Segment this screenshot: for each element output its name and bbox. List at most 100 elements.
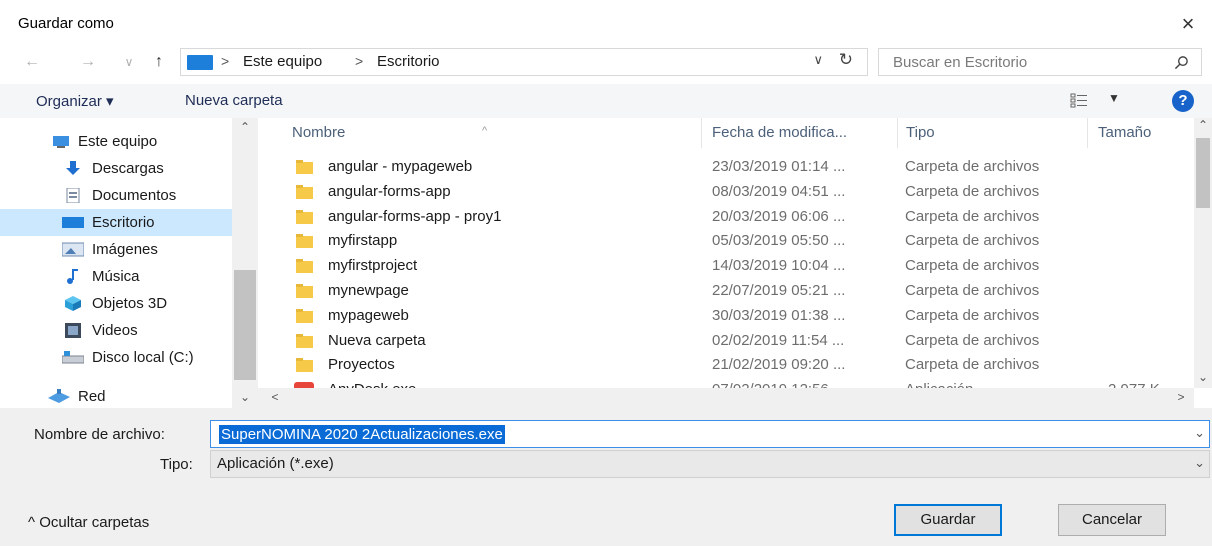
sidebar-scroll-thumb[interactable]: [234, 270, 256, 380]
file-name: Proyectos: [328, 356, 395, 374]
breadcrumb-escritorio[interactable]: Escritorio: [377, 53, 440, 70]
file-type: Carpeta de archivos: [905, 182, 1040, 200]
file-date: 08/03/2019 04:51 ...: [712, 182, 846, 200]
forward-button[interactable]: →: [76, 50, 100, 74]
sidebar-item-videos[interactable]: Videos: [0, 317, 232, 344]
file-type: Carpeta de archivos: [905, 207, 1040, 225]
file-date: 20/03/2019 06:06 ...: [712, 207, 846, 225]
download-icon: [66, 161, 80, 175]
file-type: Carpeta de archivos: [905, 306, 1040, 324]
file-row[interactable]: Nueva carpeta 02/02/2019 11:54 ... Carpeta…: [258, 329, 1188, 354]
file-row[interactable]: angular-forms-app - proy1 20/03/2019 06:0…: [258, 205, 1188, 230]
desktop-icon: [62, 217, 84, 228]
file-type: Carpeta de archivos: [905, 232, 1040, 250]
sidebar-item-escritorio[interactable]: Escritorio: [0, 209, 232, 236]
breadcrumb-separator[interactable]: >: [221, 53, 229, 69]
scroll-right-icon[interactable]: >: [1170, 390, 1192, 404]
scroll-up-icon[interactable]: ⌃: [1192, 118, 1212, 132]
search-placeholder: Buscar en Escritorio: [893, 54, 1028, 71]
column-name-label: Nombre: [292, 124, 346, 141]
column-header-name[interactable]: Nombre ^: [284, 118, 702, 148]
sidebar-item-imagenes[interactable]: Imágenes: [0, 236, 232, 263]
view-dropdown-icon[interactable]: ▼: [1108, 91, 1120, 105]
scroll-down-icon[interactable]: ⌄: [234, 390, 256, 404]
drive-icon: [62, 351, 84, 364]
file-name: Nueva carpeta: [328, 331, 426, 349]
file-list-horizontal-scrollbar[interactable]: < >: [258, 388, 1194, 408]
column-header-size[interactable]: Tamaño: [1090, 118, 1190, 148]
search-icon[interactable]: [1174, 55, 1189, 70]
folder-icon: [296, 160, 313, 174]
search-input[interactable]: Buscar en Escritorio: [878, 48, 1202, 76]
file-row[interactable]: mypageweb 30/03/2019 01:38 ... Carpeta de …: [258, 304, 1188, 329]
sidebar-item-label: Descargas: [92, 160, 164, 177]
type-label: Tipo:: [160, 456, 193, 473]
sidebar-scrollbar[interactable]: ⌃ ⌄: [232, 118, 258, 408]
breadcrumb-este-equipo[interactable]: Este equipo: [243, 53, 322, 70]
sidebar-item-label: Imágenes: [92, 241, 158, 258]
window-title: Guardar como: [18, 15, 114, 32]
organize-button[interactable]: Organizar ▾: [36, 92, 114, 110]
file-row[interactable]: myfirstproject 14/03/2019 10:04 ... Carpet…: [258, 254, 1188, 279]
address-dropdown-icon[interactable]: ∨: [813, 52, 823, 68]
chevron-down-icon[interactable]: ⌄: [1194, 455, 1205, 471]
address-row: ← → ∨ ↑ > Este equipo > Escritorio ∨ ↻ B…: [0, 48, 1212, 78]
documents-icon: [66, 188, 80, 203]
file-name: angular-forms-app: [328, 182, 451, 200]
sidebar-item-musica[interactable]: Música: [0, 263, 232, 290]
sidebar-item-red[interactable]: Red: [0, 383, 232, 410]
save-button[interactable]: Guardar: [894, 504, 1002, 536]
refresh-icon[interactable]: ↻: [839, 50, 853, 70]
breadcrumb-separator[interactable]: >: [355, 53, 363, 69]
filename-label: Nombre de archivo:: [34, 426, 165, 443]
chevron-down-icon[interactable]: ⌄: [1194, 425, 1205, 441]
scroll-up-icon[interactable]: ⌃: [234, 120, 256, 134]
file-type: Carpeta de archivos: [905, 257, 1040, 275]
up-button[interactable]: ↑: [147, 50, 171, 74]
column-header-type[interactable]: Tipo: [898, 118, 1088, 148]
videos-icon: [65, 323, 81, 338]
file-date: 23/03/2019 01:14 ...: [712, 158, 846, 175]
sidebar-item-documentos[interactable]: Documentos: [0, 182, 232, 209]
address-bar[interactable]: > Este equipo > Escritorio ∨ ↻: [180, 48, 868, 76]
file-name: myfirstproject: [328, 257, 418, 275]
folder-icon: [296, 209, 313, 224]
scroll-down-icon[interactable]: ⌄: [1192, 370, 1212, 384]
file-name: angular-forms-app - proy1: [328, 207, 502, 225]
close-button[interactable]: ×: [1174, 10, 1202, 38]
cancel-button[interactable]: Cancelar: [1058, 504, 1166, 536]
file-row[interactable]: Proyectos 21/02/2019 09:20 ... Carpeta de …: [258, 353, 1188, 378]
music-icon: [67, 269, 78, 284]
sidebar-item-descargas[interactable]: Descargas: [0, 155, 232, 182]
file-list-vertical-scrollbar[interactable]: ⌃ ⌄: [1194, 118, 1212, 388]
file-date: 22/07/2019 05:21 ...: [712, 282, 846, 299]
help-icon[interactable]: ?: [1172, 90, 1194, 112]
sidebar-item-label: Videos: [92, 322, 138, 339]
file-name: myfirstapp: [328, 232, 398, 250]
file-name: mypageweb: [328, 306, 409, 324]
scroll-left-icon[interactable]: <: [264, 390, 286, 404]
back-button[interactable]: ←: [20, 50, 44, 74]
hide-folders-button[interactable]: ^ Ocultar carpetas: [28, 514, 149, 531]
recent-locations-button[interactable]: ∨: [117, 50, 141, 74]
file-type-value: Aplicación (*.exe): [217, 455, 334, 472]
file-row[interactable]: mynewpage 22/07/2019 05:21 ... Carpeta de …: [258, 279, 1188, 304]
images-icon: [62, 242, 84, 257]
vertical-scroll-thumb[interactable]: [1196, 138, 1210, 208]
folder-icon: [296, 184, 313, 199]
sidebar-item-disco-local[interactable]: Disco local (C:): [0, 344, 232, 371]
new-folder-button[interactable]: Nueva carpeta: [185, 92, 283, 109]
3d-objects-icon: [65, 296, 81, 311]
file-date: 14/03/2019 10:04 ...: [712, 257, 846, 275]
file-row[interactable]: angular-forms-app 08/03/2019 04:51 ... Car…: [258, 180, 1188, 205]
column-header-date[interactable]: Fecha de modifica...: [704, 118, 898, 148]
sidebar-item-objetos-3d[interactable]: Objetos 3D: [0, 290, 232, 317]
file-type-select[interactable]: Aplicación (*.exe) ⌄: [210, 450, 1210, 478]
file-row[interactable]: myfirstapp 05/03/2019 05:50 ... Carpeta de…: [258, 229, 1188, 254]
folder-icon: [296, 234, 313, 249]
filename-input[interactable]: SuperNOMINA 2020 2Actualizaciones.exe ⌄: [210, 420, 1210, 448]
file-type: Carpeta de archivos: [905, 158, 1040, 175]
view-options-icon[interactable]: [1070, 93, 1088, 109]
sidebar-item-este-equipo[interactable]: Este equipo: [0, 128, 232, 155]
file-row[interactable]: angular - mypageweb 23/03/2019 01:14 ... C…: [258, 155, 1188, 180]
